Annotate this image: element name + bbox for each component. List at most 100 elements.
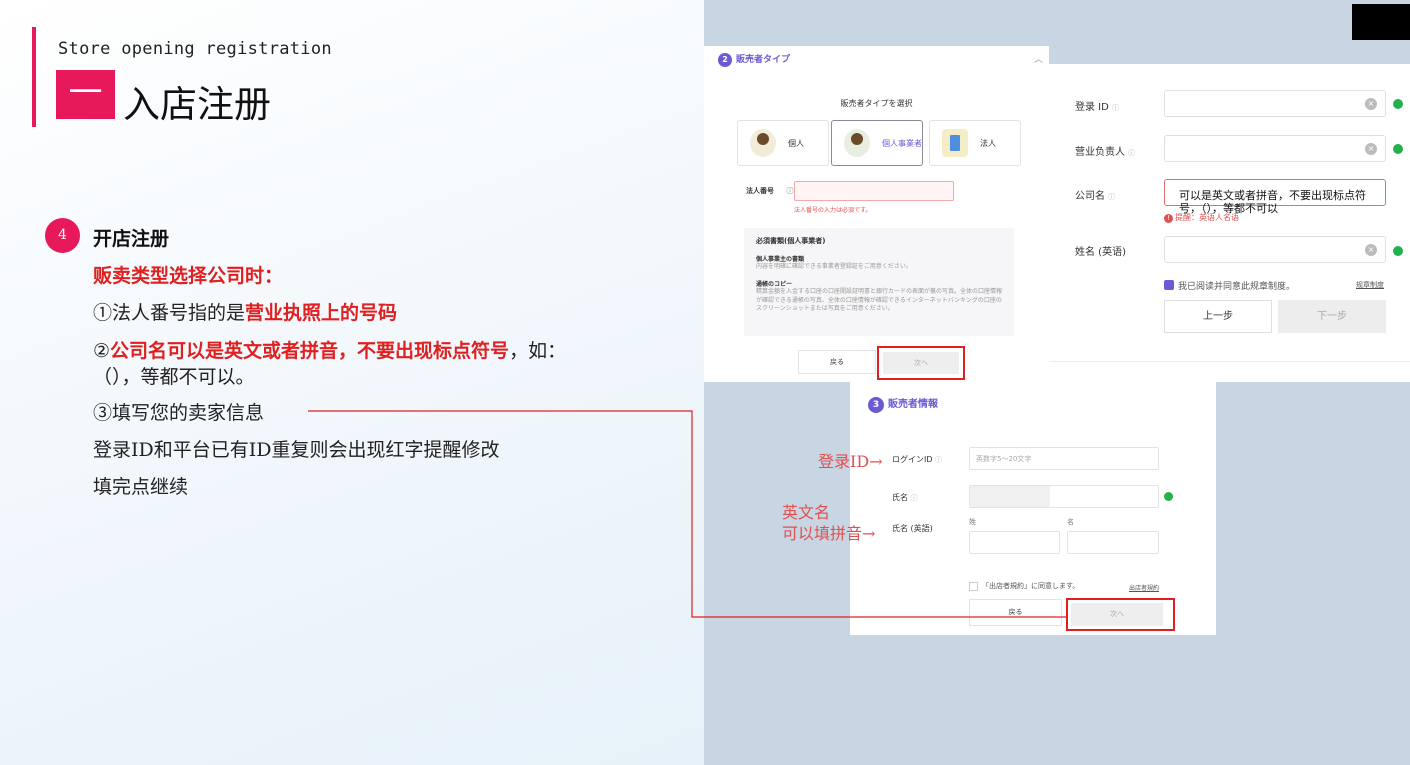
corporate-number-error: 法人番号の入力は必須です。: [794, 207, 872, 214]
section-number: 一: [56, 70, 115, 119]
last-name-caption: 姓: [969, 518, 976, 526]
seller-info-form-cn: 登录 ID ⓘ × 营业负责人 ⓘ × 公司名 ⓘ 可以是英文或者拼音，不要出现…: [1049, 64, 1410, 382]
slide-title: 入店注册: [123, 83, 271, 126]
clear-icon[interactable]: ×: [1365, 244, 1377, 256]
instruction-highlight: 公司名可以是英文或者拼音，不要出现标点符号: [110, 340, 510, 362]
help-icon[interactable]: ⓘ: [1128, 149, 1135, 157]
check-circle-icon: [1393, 144, 1403, 154]
corporate-number-input[interactable]: [794, 181, 954, 201]
seller-type-header: 2 販売者タイプ: [718, 52, 790, 67]
label-text: 法人番号: [746, 187, 774, 195]
terms-link[interactable]: 出店者規約: [1129, 583, 1159, 592]
clear-icon[interactable]: ×: [1365, 143, 1377, 155]
next-button-highlight: 次へ: [877, 346, 965, 380]
step-badge: 2: [718, 53, 732, 67]
building-icon: [942, 129, 968, 157]
next-button-highlight: 次へ: [1066, 598, 1175, 631]
slide-subtitle: Store opening registration: [58, 39, 332, 59]
name-value-redacted: [970, 486, 1050, 507]
name-input[interactable]: [969, 485, 1159, 508]
login-id-input[interactable]: 英数字5～20文字: [969, 447, 1159, 470]
instruction-line-4: 登录ID和平台已有ID重复则会出现红字提醒修改: [93, 439, 500, 461]
document-2-text: 精算金額を入金する口座の口座開設証明書と銀行カードの表面が裏の写真。全体の口座情…: [756, 288, 1003, 313]
help-icon[interactable]: ⓘ: [1108, 193, 1115, 201]
company-type-note: 贩卖类型选择公司时：: [93, 265, 284, 287]
instruction-text: ②: [93, 340, 111, 362]
agree-text: 我已阅读并同意此规章制度。: [1178, 282, 1296, 292]
corporate-number-label: 法人番号 ⓘ: [746, 186, 793, 196]
step-badge: 3: [868, 397, 884, 413]
instruction-line-3: ③填写您的卖家信息: [93, 402, 265, 424]
label-text: 公司名: [1075, 191, 1105, 202]
instruction-text: ，如：: [509, 340, 567, 362]
type-label: 法人: [980, 138, 996, 148]
login-id-label: 登录 ID ⓘ: [1075, 98, 1119, 113]
rules-link[interactable]: 规章制度: [1356, 280, 1384, 290]
help-icon[interactable]: ⓘ: [786, 187, 793, 195]
businessman-avatar-icon: [844, 129, 870, 157]
arrow-right-icon: →: [869, 452, 883, 471]
type-card-individual[interactable]: 個人: [737, 120, 829, 166]
english-name-label: 氏名 (英語): [892, 524, 933, 533]
annotation-text: 登录ID: [818, 452, 870, 471]
header-label: 販売者情報: [888, 399, 938, 410]
english-name-input[interactable]: ×: [1164, 236, 1386, 263]
annotation-text: 可以填拼音: [782, 524, 863, 543]
select-type-title: 販売者タイプを選択: [840, 99, 913, 108]
label-text: 营业负责人: [1075, 147, 1125, 158]
back-button[interactable]: 戻る: [798, 350, 876, 374]
accent-bar: [32, 27, 36, 127]
english-name-annotation-line2: 可以填拼音→: [782, 520, 875, 544]
step-number-badge: 4: [45, 218, 80, 253]
help-icon[interactable]: ⓘ: [1112, 104, 1119, 112]
instruction-line-5: 填完点继续: [93, 476, 189, 498]
seller-info-header: 3 販売者情報: [868, 395, 938, 413]
login-id-placeholder: 英数字5～20文字: [976, 455, 1032, 463]
instruction-line-2-cont: （），等都不可以。: [93, 366, 255, 388]
login-id-input[interactable]: ×: [1164, 90, 1386, 117]
first-name-caption: 名: [1067, 518, 1074, 526]
english-name-label: 姓名 (英语): [1075, 247, 1126, 258]
redaction-block: [1352, 4, 1410, 40]
check-circle-icon: [1393, 246, 1403, 256]
chevron-up-icon[interactable]: ︿: [1034, 52, 1043, 65]
label-text: 登录 ID: [1075, 102, 1109, 113]
previous-step-button[interactable]: 上一步: [1164, 300, 1272, 333]
clear-icon[interactable]: ×: [1365, 98, 1377, 110]
label-text: 氏名: [892, 493, 908, 502]
help-icon[interactable]: ⓘ: [935, 456, 942, 464]
type-card-sole-proprietor[interactable]: 個人事業者: [831, 120, 923, 166]
person-avatar-icon: [750, 129, 776, 157]
check-circle-icon: [1164, 492, 1173, 501]
terms-agree-text: 「出店者規約」に同意します。: [982, 582, 1080, 590]
type-label: 個人: [788, 138, 804, 148]
next-button[interactable]: 次へ: [1071, 603, 1163, 626]
help-icon[interactable]: ⓘ: [911, 494, 918, 502]
header-label: 販売者タイプ: [736, 55, 791, 65]
next-step-button[interactable]: 下一步: [1278, 300, 1386, 333]
divider: [1049, 361, 1410, 362]
terms-checkbox[interactable]: [969, 582, 978, 591]
check-circle-icon: [1393, 99, 1403, 109]
label-text: ログインID: [892, 455, 933, 464]
agree-checkbox[interactable]: [1164, 280, 1174, 290]
name-label: 氏名 ⓘ: [892, 492, 918, 503]
company-name-error: 提醒：英语人名语: [1164, 212, 1239, 223]
instruction-highlight: 营业执照上的号码: [245, 302, 398, 324]
login-id-label: ログインID ⓘ: [892, 454, 942, 465]
required-documents-box: 必須書類(個人事業者) 個人事業主の書類 内容を明確に確認できる事業者登録証をご…: [744, 228, 1014, 336]
instruction-text: ①法人番号指的是: [93, 302, 246, 324]
step-title: 开店注册: [93, 228, 170, 250]
back-button[interactable]: 戻る: [969, 599, 1062, 626]
first-name-input[interactable]: [1067, 531, 1159, 554]
documents-title: 必須書類(個人事業者): [756, 237, 826, 245]
document-1-title: 個人事業主の書類: [756, 256, 805, 263]
manager-input[interactable]: ×: [1164, 135, 1386, 162]
seller-info-panel: 3 販売者情報 ログインID ⓘ 英数字5～20文字 氏名 ⓘ 姓 名 氏名 (英…: [850, 382, 1216, 635]
arrow-right-icon: →: [862, 524, 876, 543]
last-name-input[interactable]: [969, 531, 1060, 554]
next-button[interactable]: 次へ: [883, 352, 959, 374]
type-label: 個人事業者: [882, 138, 922, 148]
company-name-input[interactable]: 可以是英文或者拼音，不要出现标点符号，（），等都不可以: [1164, 179, 1386, 215]
type-card-corporation[interactable]: 法人: [929, 120, 1021, 166]
